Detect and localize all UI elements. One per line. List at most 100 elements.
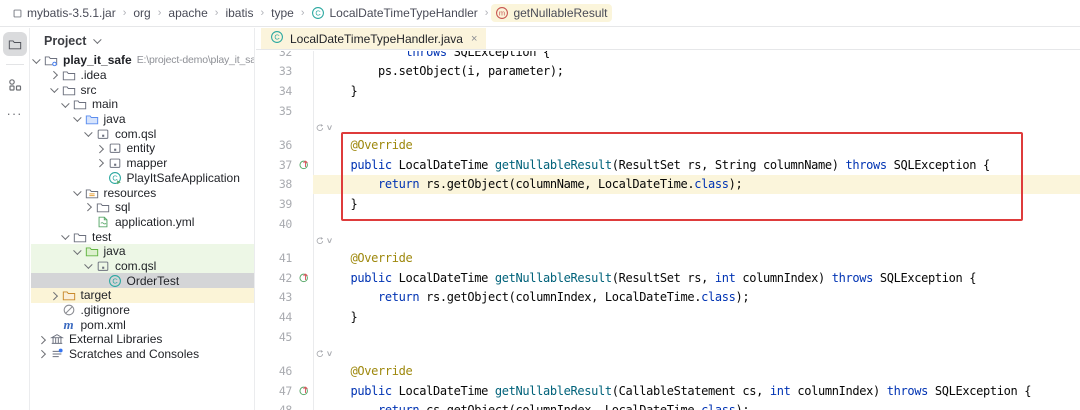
- code-line-38[interactable]: 38 return rs.getObject(columnName, Local…: [256, 175, 1080, 195]
- tree-item-playitsafeapplication[interactable]: CPlayItSafeApplication: [31, 171, 254, 186]
- code-line-40[interactable]: 40: [256, 214, 1080, 234]
- code-line-41[interactable]: 41 @Override: [256, 248, 1080, 268]
- chevron-spacer: [49, 319, 61, 331]
- chevron-right-icon[interactable]: [95, 142, 107, 154]
- chevron-down-icon[interactable]: [83, 260, 95, 272]
- chevron-spacer: [83, 216, 95, 228]
- tree-item-java[interactable]: java: [31, 112, 254, 127]
- tree-item-label: .idea: [81, 68, 107, 82]
- breadcrumb-item[interactable]: org: [129, 4, 154, 22]
- code-line-39[interactable]: 39 }: [256, 194, 1080, 214]
- breadcrumb-item[interactable]: apache: [164, 4, 211, 22]
- jar-icon: [12, 8, 23, 19]
- tree-item-ordertest[interactable]: COrderTest: [31, 273, 254, 288]
- code-line-36[interactable]: 36 @Override: [256, 135, 1080, 155]
- tree-item-label: resources: [104, 186, 157, 200]
- breadcrumb-separator: ›: [158, 7, 162, 19]
- maven-icon: m: [61, 318, 77, 331]
- chevron-right-icon[interactable]: [37, 333, 49, 345]
- chevron-down-icon[interactable]: [49, 84, 61, 96]
- chevron-right-icon[interactable]: [49, 289, 61, 301]
- chevron-down-icon[interactable]: [83, 128, 95, 140]
- code-line-32[interactable]: 32 throws SQLException {: [256, 51, 1080, 62]
- tree-item-resources[interactable]: resources: [31, 185, 254, 200]
- line-number: 32: [256, 51, 296, 59]
- code-line-43[interactable]: 43 return rs.getObject(columnIndex, Loca…: [256, 288, 1080, 308]
- chevron-down-icon[interactable]: [60, 231, 72, 243]
- breadcrumb-item[interactable]: ibatis: [221, 4, 257, 22]
- code-line-47[interactable]: 47 public LocalDateTime getNullableResul…: [256, 381, 1080, 401]
- tree-item-label: application.yml: [115, 215, 194, 229]
- tree-item-label: com.qsl: [115, 259, 156, 273]
- tree-item-external-libraries[interactable]: External Libraries: [31, 332, 254, 347]
- project-panel-header[interactable]: Project: [31, 28, 254, 53]
- folder-icon: [72, 97, 88, 111]
- chevron-right-icon[interactable]: [83, 201, 95, 213]
- tree-item-label: Scratches and Consoles: [69, 347, 199, 361]
- code-line-33[interactable]: 33 ps.setObject(i, parameter);: [256, 62, 1080, 82]
- folder-icon: [61, 83, 77, 97]
- breadcrumb-item[interactable]: mybatis-3.5.1.jar: [8, 4, 120, 22]
- code-text: }: [313, 84, 357, 98]
- editor-tab-bar: C LocalDateTimeTypeHandler.java ×: [256, 28, 1080, 50]
- tab-localdatetimetypehandler[interactable]: C LocalDateTimeTypeHandler.java ×: [261, 28, 486, 49]
- svg-text:C: C: [112, 276, 118, 285]
- chevron-down-icon[interactable]: [72, 187, 84, 199]
- tree-item-target[interactable]: target: [31, 288, 254, 303]
- tree-item-java[interactable]: java: [31, 244, 254, 259]
- tree-item-pom-xml[interactable]: m pom.xml: [31, 317, 254, 332]
- chevron-down-icon[interactable]: [72, 113, 84, 125]
- chevron-right-icon[interactable]: [37, 348, 49, 360]
- code-text: return rs.getObject(columnName, LocalDat…: [313, 177, 742, 191]
- overriding-method-icon[interactable]: [296, 271, 313, 284]
- close-icon[interactable]: ×: [471, 33, 477, 45]
- line-number: 34: [256, 84, 296, 98]
- tree-item-main[interactable]: main: [31, 97, 254, 112]
- ide-window: mybatis-3.5.1.jar›org›apache›ibatis›type…: [0, 0, 1080, 410]
- override-inlay-icon[interactable]: ∨: [256, 120, 1080, 135]
- tree-item-play-it-safe[interactable]: play_it_safeE:\project-demo\play_it_safe: [31, 53, 254, 68]
- tree-item-com-qsl[interactable]: com.qsl: [31, 126, 254, 141]
- chevron-right-icon[interactable]: [49, 69, 61, 81]
- code-line-45[interactable]: 45: [256, 327, 1080, 347]
- code-editor[interactable]: 32 throws SQLException {33 ps.setObject(…: [256, 51, 1080, 410]
- override-inlay-icon[interactable]: ∨: [256, 233, 1080, 248]
- breadcrumb-item[interactable]: type: [267, 4, 298, 22]
- code-line-35[interactable]: 35: [256, 101, 1080, 121]
- svg-text:C: C: [316, 9, 322, 18]
- chevron-down-icon[interactable]: [60, 98, 72, 110]
- tree-item-sql[interactable]: sql: [31, 200, 254, 215]
- tree-item--idea[interactable]: .idea: [31, 68, 254, 83]
- code-line-46[interactable]: 46 @Override: [256, 361, 1080, 381]
- line-number: 39: [256, 197, 296, 211]
- breadcrumb-item[interactable]: CLocalDateTimeTypeHandler: [307, 4, 481, 22]
- breadcrumb-item[interactable]: mgetNullableResult: [491, 4, 611, 22]
- tree-item-test[interactable]: test: [31, 229, 254, 244]
- tree-item-scratches-and-consoles[interactable]: Scratches and Consoles: [31, 347, 254, 362]
- chevron-right-icon[interactable]: [95, 157, 107, 169]
- code-line-37[interactable]: 37 public LocalDateTime getNullableResul…: [256, 155, 1080, 175]
- structure-icon[interactable]: [3, 73, 27, 97]
- folder-test-icon: [84, 244, 100, 258]
- line-number: 42: [256, 271, 296, 285]
- overriding-method-icon[interactable]: [296, 158, 313, 171]
- line-number: 36: [256, 138, 296, 152]
- tree-item-mapper[interactable]: mapper: [31, 156, 254, 171]
- tree-item-label: pom.xml: [81, 318, 126, 332]
- code-line-44[interactable]: 44 }: [256, 307, 1080, 327]
- folder-tool-icon[interactable]: [3, 32, 27, 56]
- code-line-48[interactable]: 48 return cs.getObject(columnIndex, Loca…: [256, 401, 1080, 410]
- override-inlay-icon[interactable]: ∨: [256, 346, 1080, 361]
- tree-item-entity[interactable]: entity: [31, 141, 254, 156]
- tree-item-src[interactable]: src: [31, 82, 254, 97]
- tree-item-com-qsl[interactable]: com.qsl: [31, 259, 254, 274]
- more-icon[interactable]: ···: [3, 101, 27, 125]
- chevron-down-icon[interactable]: [31, 54, 43, 66]
- code-line-42[interactable]: 42 public LocalDateTime getNullableResul…: [256, 268, 1080, 288]
- chevron-down-icon[interactable]: [72, 245, 84, 257]
- tree-item-application-yml[interactable]: application.yml: [31, 215, 254, 230]
- overriding-method-icon[interactable]: [296, 384, 313, 397]
- tree-item--gitignore[interactable]: .gitignore: [31, 303, 254, 318]
- line-number: 44: [256, 310, 296, 324]
- code-line-34[interactable]: 34 }: [256, 81, 1080, 101]
